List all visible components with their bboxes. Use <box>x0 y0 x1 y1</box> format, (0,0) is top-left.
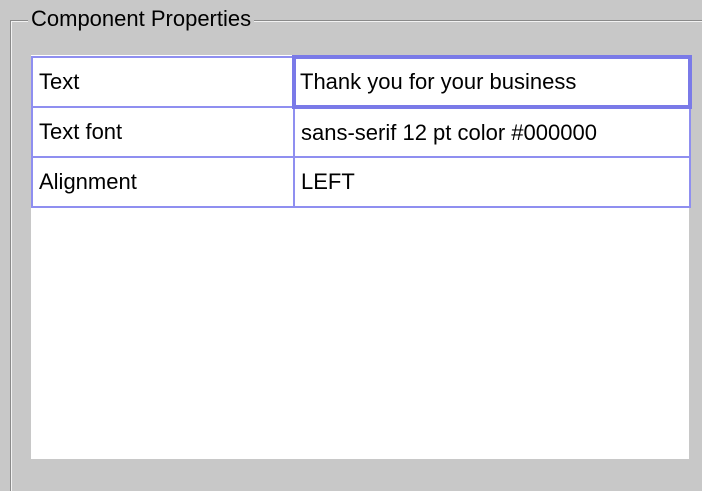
property-value-text-font[interactable]: sans-serif 12 pt color #000000 <box>293 106 691 158</box>
properties-table-area[interactable]: Text Thank you for your business Text fo… <box>31 55 692 459</box>
property-name-text: Text <box>31 56 295 108</box>
table-row[interactable]: Text Thank you for your business <box>31 55 692 109</box>
table-row[interactable]: Alignment LEFT <box>31 156 691 208</box>
bottom-edge <box>31 459 689 476</box>
component-properties-panel: Component Properties Text Thank you for … <box>0 0 702 491</box>
property-name-alignment: Alignment <box>31 156 295 208</box>
property-value-text[interactable]: Thank you for your business <box>292 55 692 109</box>
group-box-title: Component Properties <box>28 5 255 33</box>
table-row[interactable]: Text font sans-serif 12 pt color #000000 <box>31 106 691 158</box>
properties-table: Text Thank you for your business Text fo… <box>31 55 692 208</box>
property-value-alignment[interactable]: LEFT <box>293 156 691 208</box>
property-name-text-font: Text font <box>31 106 295 158</box>
